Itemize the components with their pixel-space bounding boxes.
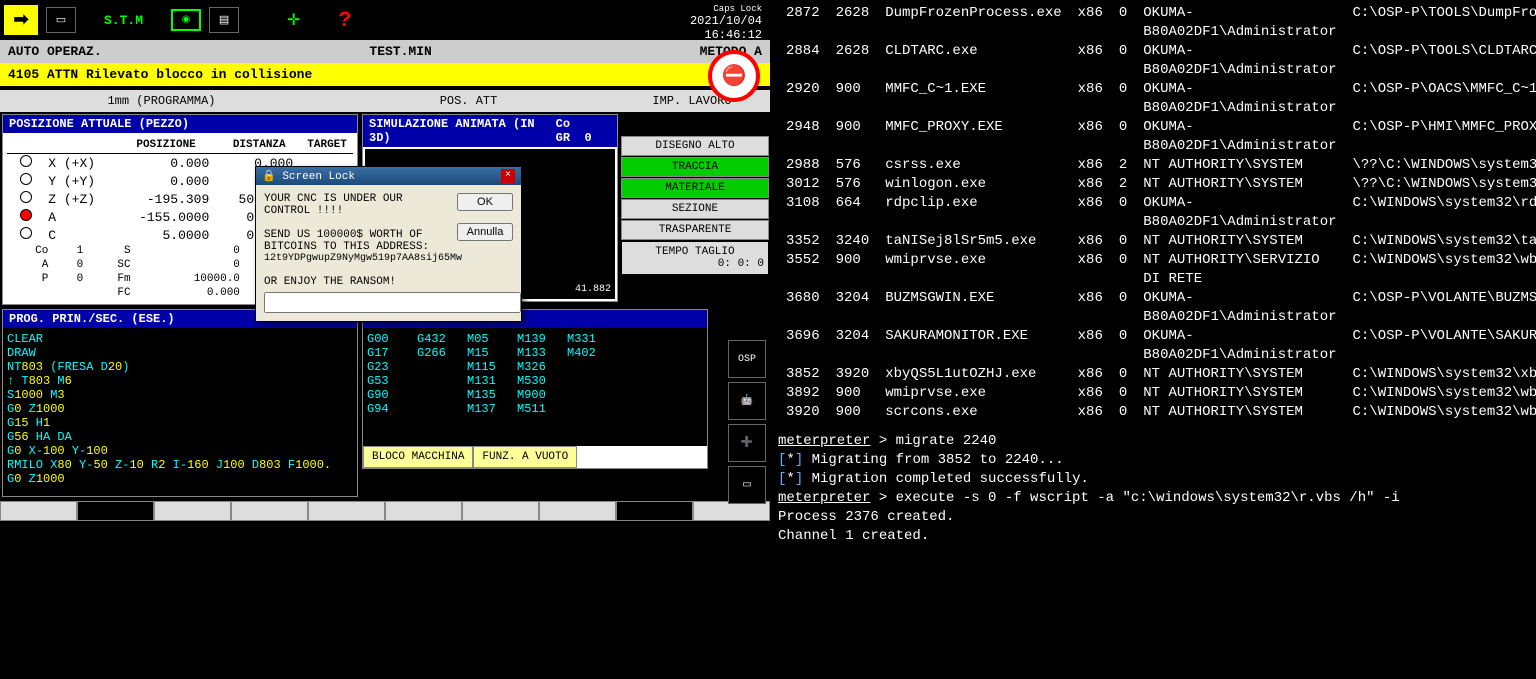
axis-radio[interactable] (20, 173, 32, 185)
term-line: Migrating from 3852 to 2240... (812, 452, 1064, 468)
softkey-bar[interactable] (0, 501, 770, 521)
state-row: G23M115M326 (367, 360, 703, 374)
terminal-pane[interactable]: 28722628DumpFrozenProcess.exex860OKUMA-B… (770, 0, 1536, 679)
term-line: Channel 1 created. (778, 528, 929, 544)
process-row: 3892900wmiprvse.exex860NT AUTHORITY\SYST… (778, 384, 1536, 403)
program-line: G15 H1 (7, 416, 353, 430)
tempo-taglio: TEMPO TAGLIO 0: 0: 0 (622, 242, 768, 274)
sim-buttons: DISEGNO ALTOTRACCIAMATERIALESEZIONETRASP… (620, 136, 770, 240)
info-bar: 1mm (PROGRAMMA) POS. ATT IMP. LAVORO (0, 90, 770, 112)
side-icons: OSP 🤖 ➕ ▭ (728, 340, 766, 504)
process-row: 3920900scrcons.exex860NT AUTHORITY\SYSTE… (778, 403, 1536, 422)
process-row: 2920900MMFC_C~1.EXEx860OKUMA-B80A02DF1\A… (778, 80, 1536, 118)
mode-bar: AUTO OPERAZ. TEST.MIN METODO A (0, 40, 770, 63)
process-row: 3108664rdpclip.exex860OKUMA-B80A02DF1\Ad… (778, 194, 1536, 232)
process-row: 2948900MMFC_PROXY.EXEx860OKUMA-B80A02DF1… (778, 118, 1536, 156)
doc-icon[interactable]: ▤ (209, 7, 239, 33)
axis-radio[interactable] (20, 227, 32, 239)
program-line: CLEAR (7, 332, 353, 346)
bloco-button[interactable]: BLOCO MACCHINA (363, 446, 473, 468)
axis-radio[interactable] (20, 191, 32, 203)
sim-button[interactable]: TRACCIA (621, 157, 769, 177)
plus-icon[interactable]: ➕ (728, 424, 766, 462)
process-row: 28842628CLDTARC.exex860OKUMA-B80A02DF1\A… (778, 42, 1536, 80)
state-row: G53M131M530 (367, 374, 703, 388)
process-row: 3012576winlogon.exex862NT AUTHORITY\SYST… (778, 175, 1536, 194)
camera-icon[interactable]: ◉ (171, 9, 201, 31)
ransom-input[interactable] (264, 292, 521, 313)
windows-icon[interactable]: ▭ (728, 466, 766, 504)
stop-icon: ⛔ (708, 50, 760, 102)
process-row: 2988576csrss.exex862NT AUTHORITY\SYSTEM\… (778, 156, 1536, 175)
cnc-panel: ➡ ▭ S.T.M ◉ ▤ ✛ ? Caps Lock 2021/10/04 1… (0, 0, 770, 671)
cancel-button[interactable]: Annulla (457, 223, 513, 241)
program-line: G56 HA DA (7, 430, 353, 444)
state-row: G00G432M05M139M331 (367, 332, 703, 346)
alarm-bar: 4105 ATTN Rilevato blocco in collisione (0, 63, 770, 86)
ok-button[interactable]: OK (457, 193, 513, 211)
program-line: ↑ T803 M6 (7, 374, 353, 388)
meterpreter-prompt: meterpreter (778, 490, 870, 506)
folder-icon[interactable]: ▭ (46, 7, 76, 33)
axis-radio[interactable] (20, 209, 32, 221)
state-row: G17G266M15M133M402 (367, 346, 703, 360)
help-icon[interactable]: ? (338, 8, 351, 33)
robot-icon[interactable]: 🤖 (728, 382, 766, 420)
home-arrow-button[interactable]: ➡ (4, 5, 38, 35)
top-toolbar: ➡ ▭ S.T.M ◉ ▤ ✛ ? Caps Lock 2021/10/04 1… (0, 0, 770, 40)
stm-label: S.T.M (104, 13, 143, 28)
ransom-line3: OR ENJOY THE RANSOM! (264, 276, 513, 288)
sim-button[interactable]: SEZIONE (621, 199, 769, 219)
program-line: S1000 M3 (7, 388, 353, 402)
process-row: 36803204BUZMSGWIN.EXEx860OKUMA-B80A02DF1… (778, 289, 1536, 327)
process-table: 28722628DumpFrozenProcess.exex860OKUMA-B… (778, 4, 1536, 422)
file-label: TEST.MIN (369, 44, 431, 59)
process-row: 38523920xbyQS5L1utOZHJ.exex860NT AUTHORI… (778, 365, 1536, 384)
process-row: 36963204SAKURAMONITOR.EXEx860OKUMA-B80A0… (778, 327, 1536, 365)
meterpreter-prompt: meterpreter (778, 433, 870, 449)
process-row: 33523240taNISej8lSr5m5.exex860NT AUTHORI… (778, 232, 1536, 251)
program-line: G0 X-100 Y-100 (7, 444, 353, 458)
osp-icon[interactable]: OSP (728, 340, 766, 378)
process-row: 28722628DumpFrozenProcess.exex860OKUMA-B… (778, 4, 1536, 42)
term-line: Migration completed successfully. (812, 471, 1089, 487)
program-listing[interactable]: CLEARDRAWNT803 (FRESA D20)↑ T803 M6S1000… (3, 328, 357, 496)
dialog-titlebar[interactable]: 🔒 Screen Lock × (256, 167, 521, 185)
state-row: G90M135M900 (367, 388, 703, 402)
screen-lock-dialog: 🔒 Screen Lock × OK Annulla YOUR CNC IS U… (255, 166, 522, 322)
term-line: Process 2376 created. (778, 509, 954, 525)
axis-radio[interactable] (20, 155, 32, 167)
machine-state-panel: STATO MACCHINA G00G432M05M139M331G17G266… (362, 309, 708, 469)
funz-vuoto-button[interactable]: FUNZ. A VUOTO (473, 446, 577, 468)
gcode-status: G00G432M05M139M331G17G266M15M133M402G23M… (363, 328, 707, 446)
sim-button[interactable]: DISEGNO ALTO (621, 136, 769, 156)
clock: Caps Lock 2021/10/04 16:46:12 (690, 4, 762, 42)
ransom-address: 12t9YDPgwupZ9NyMgw519p7AA8sij65Mw (264, 253, 513, 264)
mode-label: AUTO OPERAZ. (8, 44, 102, 59)
sim-button[interactable]: MATERIALE (621, 178, 769, 198)
crosshair-icon[interactable]: ✛ (287, 10, 300, 30)
program-line: DRAW (7, 346, 353, 360)
state-row: G94M137M511 (367, 402, 703, 416)
program-line: RMILO X80 Y-50 Z-10 R2 I-160 J100 D803 F… (7, 458, 353, 472)
close-icon[interactable]: × (501, 169, 515, 183)
program-line: G0 Z1000 (7, 402, 353, 416)
program-line: NT803 (FRESA D20) (7, 360, 353, 374)
process-row: 3552900wmiprvse.exex860NT AUTHORITY\SERV… (778, 251, 1536, 289)
program-line: G0 Z1000 (7, 472, 353, 486)
program-panel: PROG. PRIN./SEC. (ESE.)0 NT803 2 CLEARDR… (2, 309, 358, 497)
sim-button[interactable]: TRASPARENTE (621, 220, 769, 240)
